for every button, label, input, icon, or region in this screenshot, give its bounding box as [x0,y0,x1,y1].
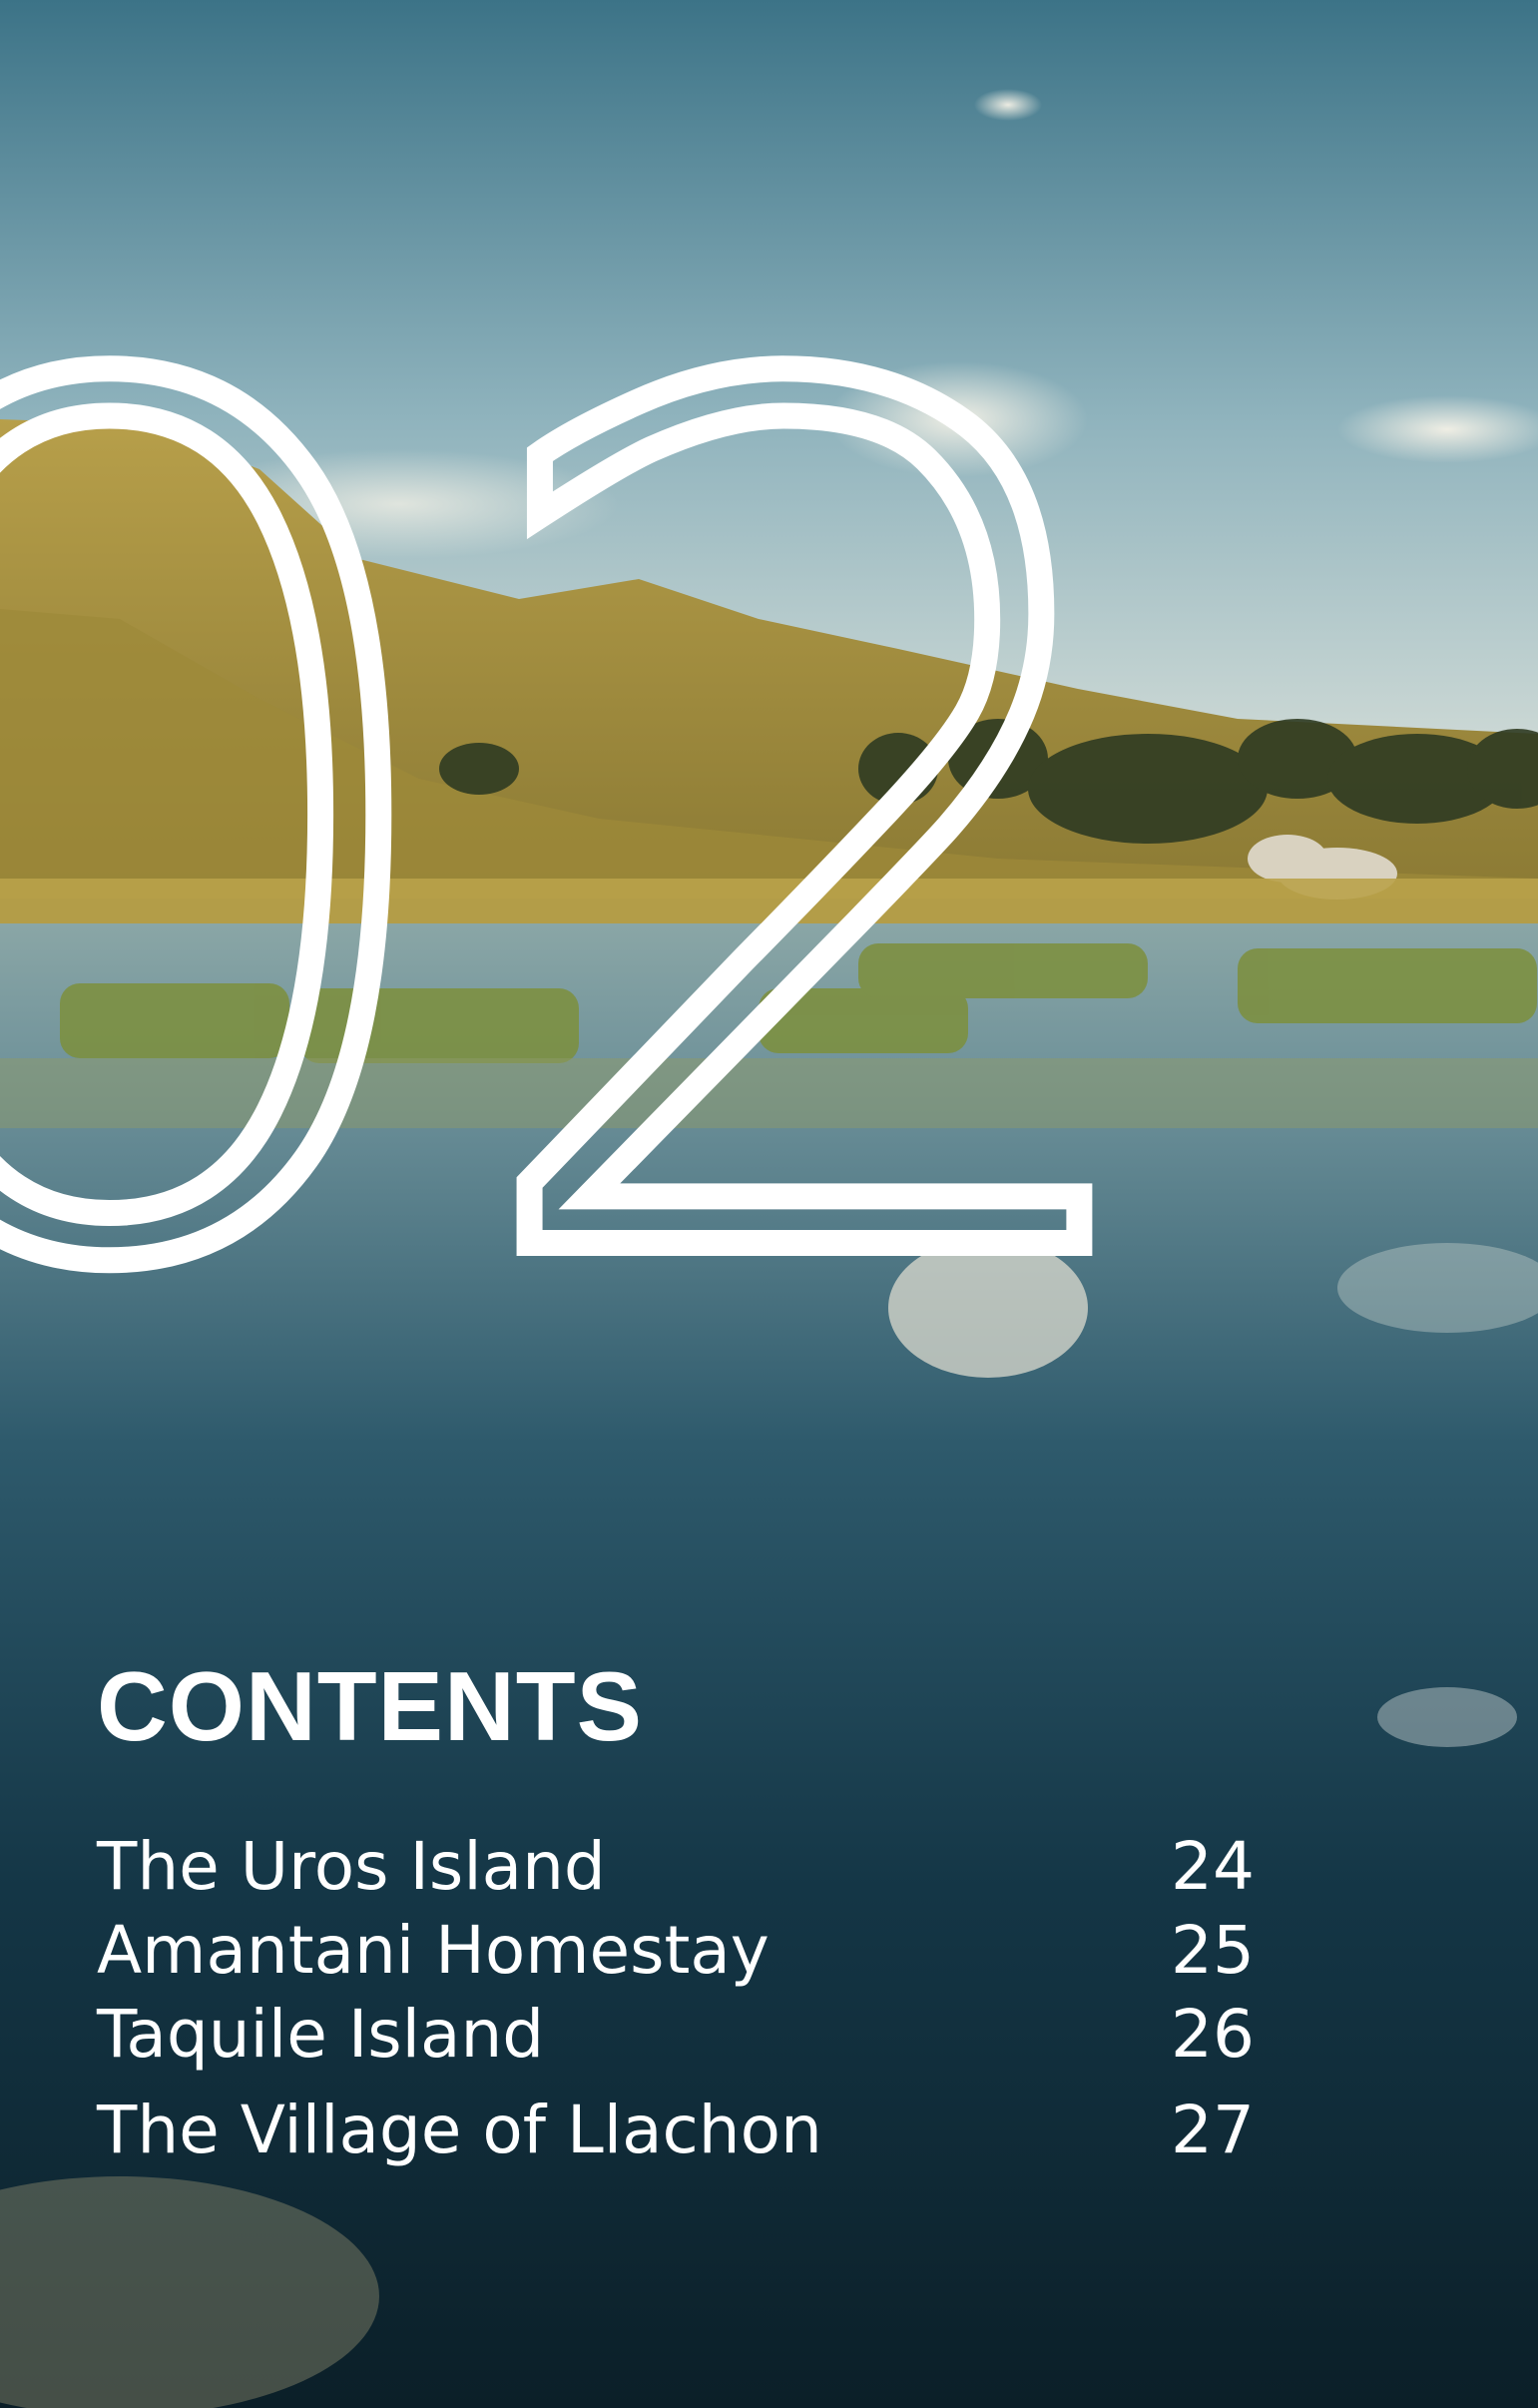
entry-title: Taquile Island [97,1996,545,2073]
contents-entry[interactable]: Taquile Island 26 [97,1993,1255,2077]
contents-entry[interactable]: The Village of Llachon 27 [97,2089,1255,2172]
entry-page-number: 24 [1171,1828,1255,1905]
entry-page-number: 25 [1171,1912,1255,1989]
entry-page-number: 26 [1171,1996,1255,2073]
entry-title: Amantani Homestay [97,1912,769,1989]
contents-heading: CONTENTS [97,1651,643,1761]
entry-page-number: 27 [1171,2092,1255,2168]
page: 02 CONTENTS The Uros Island 24 Amantani … [0,0,1538,2408]
table-of-contents: CONTENTS The Uros Island 24 Amantani Hom… [97,1657,1255,2172]
chapter-number: 02 [0,151,1210,1521]
contents-list: The Uros Island 24 Amantani Homestay 25 … [97,1825,1255,2172]
entry-title: The Uros Island [97,1828,606,1905]
contents-entry[interactable]: The Uros Island 24 [97,1825,1255,1909]
entry-title: The Village of Llachon [97,2092,822,2168]
contents-entry[interactable]: Amantani Homestay 25 [97,1909,1255,1993]
